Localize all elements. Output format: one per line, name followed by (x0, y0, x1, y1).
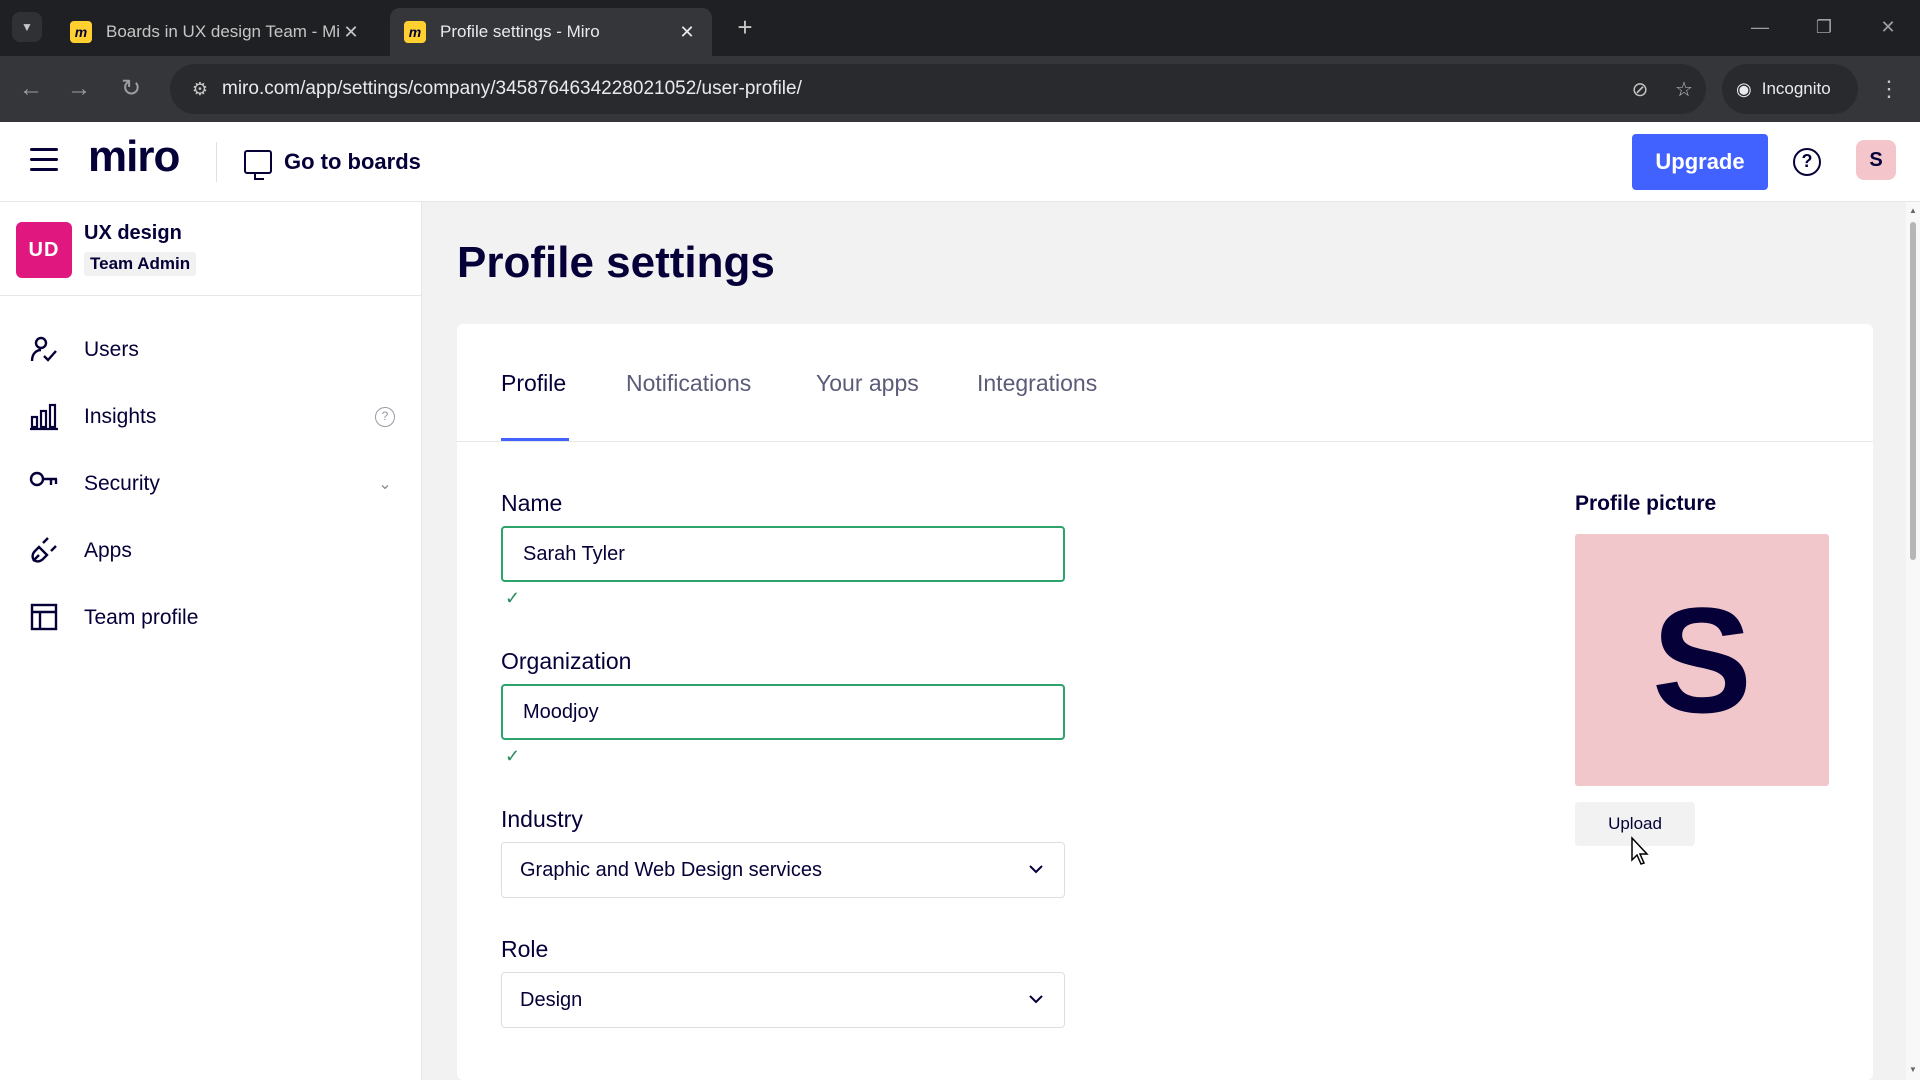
browser-tab-boards[interactable]: m Boards in UX design Team - Mi ✕ (56, 8, 376, 56)
close-tab-icon[interactable]: ✕ (340, 22, 362, 43)
settings-tabs: Profile Notifications Your apps Integrat… (457, 324, 1873, 442)
tab-profile[interactable]: Profile (501, 370, 566, 397)
profile-picture: S (1575, 534, 1829, 786)
back-icon[interactable]: ← (14, 72, 48, 106)
scroll-down-icon[interactable]: ▼ (1909, 1065, 1917, 1074)
settings-card: Profile Notifications Your apps Integrat… (457, 324, 1873, 1080)
tab-title: Profile settings - Miro (440, 22, 600, 41)
browser-toolbar: ← → ↻ ⚙ miro.com/app/settings/company/34… (0, 56, 1920, 122)
browser-menu-icon[interactable]: ⋮ (1872, 72, 1906, 106)
url-text[interactable]: miro.com/app/settings/company/3458764634… (222, 78, 1618, 100)
sidebar-item-label: Apps (84, 539, 132, 562)
chevron-down-icon (1028, 861, 1044, 879)
role-label: Role (501, 936, 549, 962)
industry-select[interactable]: Graphic and Web Design services (501, 842, 1065, 898)
users-icon (28, 334, 60, 366)
miro-logo[interactable]: miro (88, 132, 180, 182)
hamburger-menu-icon[interactable] (30, 148, 58, 172)
close-tab-icon[interactable]: ✕ (676, 22, 698, 43)
address-bar[interactable]: ⚙ miro.com/app/settings/company/34587646… (170, 64, 1706, 114)
new-tab-button[interactable]: + (730, 12, 760, 44)
tab-title: Boards in UX design Team - Mi (106, 22, 340, 41)
organization-valid-check-icon: ✓ (505, 746, 521, 766)
eye-off-icon[interactable]: ⊘ (1618, 77, 1662, 102)
upgrade-button[interactable]: Upgrade (1632, 134, 1768, 190)
tab-your-apps[interactable]: Your apps (816, 370, 919, 397)
team-name: UX design (84, 222, 182, 244)
scroll-up-icon[interactable]: ▲ (1909, 206, 1917, 215)
miro-favicon-icon: m (70, 21, 92, 43)
bookmark-star-icon[interactable]: ☆ (1662, 77, 1706, 102)
layout-icon (28, 602, 60, 634)
go-to-boards-button[interactable]: Go to boards (244, 140, 421, 184)
chevron-down-icon (1028, 991, 1044, 1009)
minimize-window-icon[interactable]: — (1740, 10, 1780, 44)
board-icon (244, 150, 272, 180)
miro-favicon-icon: m (404, 21, 426, 43)
sidebar-item-team-profile[interactable]: Team profile (0, 590, 421, 646)
info-icon[interactable]: ? (373, 407, 397, 427)
sidebar-item-label: Insights (84, 405, 157, 428)
industry-label: Industry (501, 806, 583, 832)
sidebar-item-insights[interactable]: Insights ? (0, 389, 421, 445)
chevron-down-icon[interactable]: ⌄ (373, 474, 397, 494)
sidebar-item-users[interactable]: Users (0, 322, 421, 378)
team-avatar: UD (16, 222, 72, 278)
sidebar-item-security[interactable]: Security ⌄ (0, 456, 421, 512)
browser-tab-bar: ▼ m Boards in UX design Team - Mi ✕ m Pr… (0, 0, 1920, 56)
header-divider (216, 142, 217, 182)
team-switcher[interactable]: UD UX design Team Admin (0, 202, 421, 296)
sidebar-item-label: Security (84, 472, 160, 495)
browser-tab-profile-settings[interactable]: m Profile settings - Miro ✕ (390, 8, 712, 56)
active-tab-indicator (501, 438, 569, 441)
bar-chart-icon (28, 401, 60, 433)
app-header: miro Go to boards Upgrade ? S (0, 122, 1920, 202)
sidebar-item-label: Team profile (84, 606, 199, 629)
restore-window-icon[interactable]: ❐ (1804, 10, 1844, 44)
reload-icon[interactable]: ↻ (114, 72, 148, 106)
mouse-cursor-icon (1631, 836, 1649, 865)
scrollbar-thumb[interactable] (1910, 222, 1916, 560)
incognito-indicator[interactable]: ◉ Incognito (1722, 64, 1858, 114)
help-icon[interactable]: ? (1793, 148, 1821, 176)
site-info-icon[interactable]: ⚙ (178, 79, 222, 100)
tab-search-button[interactable]: ▼ (12, 12, 42, 42)
go-to-boards-label: Go to boards (284, 149, 421, 174)
role-select[interactable]: Design (501, 972, 1065, 1028)
page-scrollbar[interactable]: ▲ ▼ (1906, 202, 1920, 1080)
close-window-icon[interactable]: ✕ (1868, 10, 1908, 44)
page-title: Profile settings (457, 238, 775, 287)
key-icon (28, 468, 60, 500)
settings-sidebar: UD UX design Team Admin Users Insights ?… (0, 202, 422, 1080)
tab-integrations[interactable]: Integrations (977, 370, 1097, 397)
profile-initial: S (1651, 576, 1753, 744)
organization-field[interactable] (501, 684, 1065, 740)
name-label: Name (501, 490, 563, 516)
name-field[interactable] (501, 526, 1065, 582)
user-avatar[interactable]: S (1856, 140, 1896, 180)
incognito-icon: ◉ (1736, 78, 1752, 99)
sidebar-item-apps[interactable]: Apps (0, 523, 421, 579)
industry-value: Graphic and Web Design services (520, 858, 822, 881)
team-role-badge: Team Admin (84, 252, 197, 276)
tab-notifications[interactable]: Notifications (626, 370, 751, 397)
sidebar-item-label: Users (84, 338, 139, 361)
profile-picture-label: Profile picture (1575, 492, 1717, 515)
incognito-label: Incognito (1761, 79, 1831, 98)
plug-icon (28, 535, 60, 567)
forward-icon[interactable]: → (62, 72, 96, 106)
organization-label: Organization (501, 648, 632, 674)
role-value: Design (520, 988, 583, 1011)
name-valid-check-icon: ✓ (505, 588, 521, 608)
